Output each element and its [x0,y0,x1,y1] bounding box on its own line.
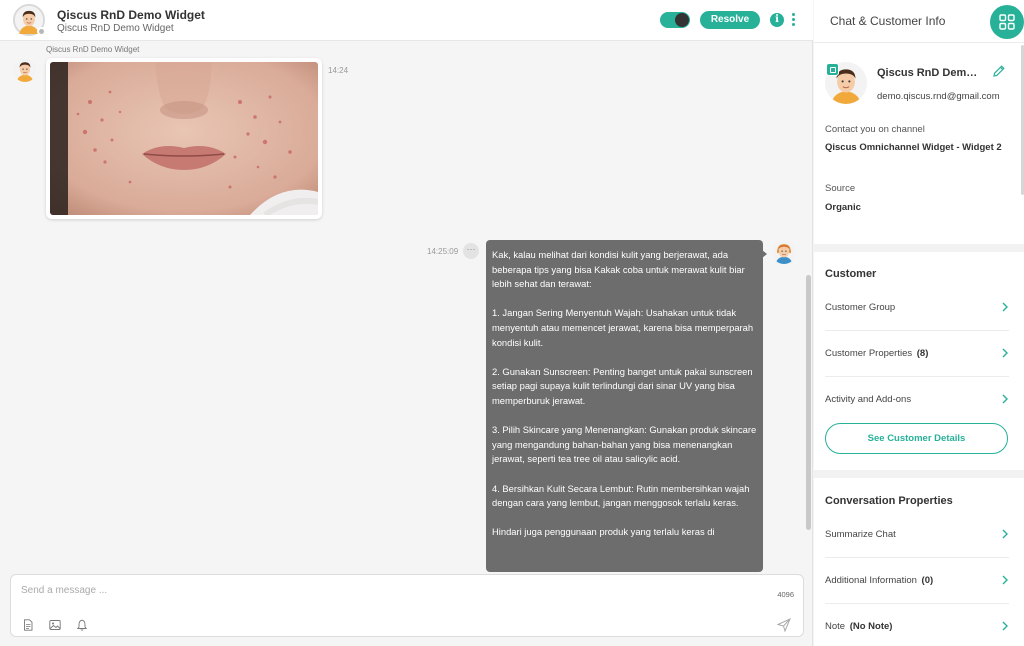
message-composer: 4096 [10,574,804,637]
more-options-icon[interactable] [790,12,796,28]
image-icon[interactable] [49,619,61,631]
summarize-chat-row[interactable]: Summarize Chat [825,514,1009,558]
agent-message-bubble: Kak, kalau melihat dari kondisi kulit ya… [486,240,763,572]
chevron-right-icon [1002,621,1008,631]
sender-avatar [13,58,37,82]
contact-channel-label: Contact you on channel [825,124,925,135]
customer-group-row[interactable]: Customer Group [825,287,1009,331]
section-divider [814,244,1024,252]
see-customer-details-button[interactable]: See Customer Details [825,423,1008,454]
customer-section-title: Customer [825,268,877,280]
panel-title: Chat & Customer Info [830,14,946,28]
row-label: Customer Properties (8) [825,348,929,359]
avatar-icon [13,58,37,82]
bot-toggle[interactable] [660,12,690,28]
row-label: Additional Information (0) [825,575,934,586]
panel-header: Chat & Customer Info [814,0,1024,43]
apps-grid-button[interactable] [990,5,1024,39]
bell-icon[interactable] [76,619,88,631]
chat-scrollbar[interactable] [806,275,811,530]
customer-info-panel: Chat & Customer Info Qiscus RnD Demo Wid… [814,0,1024,646]
bubble-tail [762,250,767,258]
message-time: 14:25:09 [427,247,459,256]
message-options-button[interactable]: ··· [463,243,479,259]
char-limit: 4096 [777,590,794,599]
row-label: Summarize Chat [825,529,896,540]
chevron-right-icon [1002,529,1008,539]
chevron-right-icon [1002,575,1008,585]
chevron-right-icon [1002,348,1008,358]
grid-icon [999,14,1015,30]
agent-avatar [772,240,796,264]
chevron-right-icon [1002,394,1008,404]
document-icon[interactable] [22,619,34,631]
bot-toggle-knob [675,13,689,27]
section-divider [814,470,1024,478]
row-label: Customer Group [825,302,896,313]
pencil-icon[interactable] [992,64,1006,78]
message-input[interactable] [21,585,721,596]
chat-header: Qiscus RnD Demo Widget Qiscus RnD Demo W… [0,0,813,41]
status-dot [37,27,46,36]
info-icon[interactable]: i [770,13,784,27]
activity-addons-row[interactable]: Activity and Add-ons [825,379,1009,423]
channel-badge-icon [826,63,839,76]
contact-channel-value: Qiscus Omnichannel Widget - Widget 2 [825,142,1002,153]
face-photo [50,62,318,215]
note-row[interactable]: Note (No Note) [825,606,1009,646]
contact-name: Qiscus RnD Demo Widget [57,8,205,22]
source-label: Source [825,183,856,194]
customer-name: Qiscus RnD Demo Widget [877,67,983,79]
chevron-right-icon [1002,302,1008,312]
image-message[interactable] [46,58,322,219]
contact-subtitle: Qiscus RnD Demo Widget [57,23,174,34]
message-sender-name: Qiscus RnD Demo Widget [46,45,140,54]
customer-email: demo.qiscus.rnd@gmail.com [877,91,1000,102]
additional-information-row[interactable]: Additional Information (0) [825,560,1009,604]
customer-properties-row[interactable]: Customer Properties (8) [825,333,1009,377]
conversation-section-title: Conversation Properties [825,495,953,507]
contact-avatar[interactable] [13,4,46,36]
source-value: Organic [825,202,861,213]
row-label: Activity and Add-ons [825,394,912,405]
chat-pane: Qiscus RnD Demo Widget Qiscus RnD Demo W… [0,0,813,646]
avatar-icon [772,240,796,264]
resolve-button[interactable]: Resolve [700,11,760,29]
message-time: 14:24 [328,66,349,75]
send-icon[interactable] [777,618,791,632]
row-label: Note (No Note) [825,621,893,632]
